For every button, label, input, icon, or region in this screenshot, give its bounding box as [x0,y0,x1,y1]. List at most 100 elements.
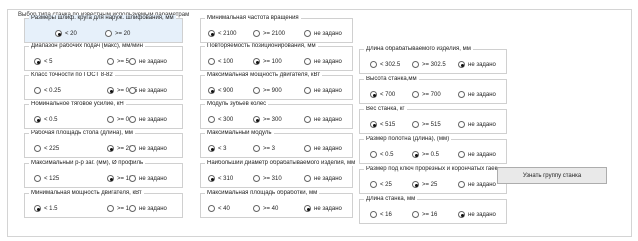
radio-option[interactable]: < 0.25 [34,87,61,94]
radio-option[interactable]: не задано [458,61,496,68]
radio-option[interactable]: >= 515 [412,121,441,128]
radio-option[interactable]: < 1.5 [34,205,58,212]
radio-option[interactable]: >= 700 [412,91,441,98]
radio-button-icon[interactable] [107,58,114,65]
radio-button-icon[interactable] [412,121,419,128]
radio-button-icon[interactable] [34,175,41,182]
radio-button-icon[interactable] [412,61,419,68]
radio-button-icon[interactable] [34,87,41,94]
radio-button-icon[interactable] [370,61,377,68]
radio-button-icon[interactable] [208,116,215,123]
radio-button-icon[interactable] [107,175,114,182]
radio-option[interactable]: не задано [458,151,496,158]
radio-option[interactable]: < 300 [208,116,233,123]
radio-option[interactable]: < 225 [34,145,59,152]
radio-option[interactable]: не задано [129,87,167,94]
radio-option[interactable]: < 20 [55,30,77,37]
radio-option[interactable]: < 515 [370,121,395,128]
radio-option[interactable]: >= 16 [412,211,437,218]
radio-button-icon[interactable] [253,116,260,123]
radio-option[interactable]: не задано [458,181,496,188]
radio-option[interactable]: >= 25 [412,181,437,188]
radio-option[interactable]: < 3 [208,145,227,152]
radio-option[interactable]: >= 900 [253,87,282,94]
radio-button-icon[interactable] [253,87,260,94]
radio-button-icon[interactable] [107,87,114,94]
radio-option[interactable]: >= 3 [253,145,275,152]
radio-button-icon[interactable] [370,91,377,98]
find-machine-group-button[interactable]: Узнать группу станка [497,167,607,184]
radio-button-icon[interactable] [129,175,136,182]
radio-button-icon[interactable] [253,58,260,65]
radio-button-icon[interactable] [370,151,377,158]
radio-option[interactable]: не задано [129,58,167,65]
radio-button-icon[interactable] [304,87,311,94]
radio-button-icon[interactable] [370,181,377,188]
radio-option[interactable]: < 302.5 [370,61,400,68]
radio-option[interactable]: не задано [304,58,342,65]
radio-option[interactable]: >= 302.5 [412,61,446,68]
radio-option[interactable]: < 0.5 [370,151,394,158]
radio-button-icon[interactable] [107,145,114,152]
radio-option[interactable]: не задано [304,87,342,94]
radio-button-icon[interactable] [129,58,136,65]
radio-button-icon[interactable] [412,181,419,188]
radio-button-icon[interactable] [34,116,41,123]
radio-option[interactable]: < 25 [370,181,392,188]
radio-option[interactable]: не задано [458,91,496,98]
radio-button-icon[interactable] [458,91,465,98]
radio-option[interactable]: >= 100 [253,58,282,65]
radio-button-icon[interactable] [412,91,419,98]
radio-button-icon[interactable] [208,87,215,94]
radio-option[interactable]: >= 2100 [253,30,285,37]
radio-option[interactable]: не задано [304,205,342,212]
radio-button-icon[interactable] [208,30,215,37]
radio-button-icon[interactable] [208,58,215,65]
radio-button-icon[interactable] [253,145,260,152]
radio-button-icon[interactable] [458,61,465,68]
radio-button-icon[interactable] [208,175,215,182]
radio-button-icon[interactable] [304,175,311,182]
radio-button-icon[interactable] [107,116,114,123]
radio-button-icon[interactable] [105,30,112,37]
radio-button-icon[interactable] [370,121,377,128]
radio-button-icon[interactable] [304,205,311,212]
radio-button-icon[interactable] [129,205,136,212]
radio-button-icon[interactable] [458,181,465,188]
radio-option[interactable]: не задано [129,116,167,123]
radio-option[interactable]: < 100 [208,58,233,65]
radio-option[interactable]: >= 300 [253,116,282,123]
radio-option[interactable]: >= 5 [107,58,129,65]
radio-button-icon[interactable] [304,58,311,65]
radio-button-icon[interactable] [208,145,215,152]
radio-button-icon[interactable] [253,175,260,182]
radio-button-icon[interactable] [34,205,41,212]
radio-option[interactable]: не задано [129,145,167,152]
radio-button-icon[interactable] [458,151,465,158]
radio-button-icon[interactable] [458,211,465,218]
radio-button-icon[interactable] [370,211,377,218]
radio-button-icon[interactable] [304,30,311,37]
radio-button-icon[interactable] [412,211,419,218]
radio-option[interactable]: не задано [304,145,342,152]
radio-option[interactable]: >= 310 [253,175,282,182]
radio-option[interactable]: >= 0.5 [412,151,439,158]
radio-option[interactable]: < 310 [208,175,233,182]
radio-option[interactable]: < 40 [208,205,230,212]
radio-button-icon[interactable] [129,87,136,94]
radio-button-icon[interactable] [304,145,311,152]
radio-button-icon[interactable] [458,121,465,128]
radio-button-icon[interactable] [55,30,62,37]
radio-button-icon[interactable] [34,145,41,152]
radio-option[interactable]: < 16 [370,211,392,218]
radio-button-icon[interactable] [107,205,114,212]
radio-option[interactable]: >= 40 [253,205,278,212]
radio-option[interactable]: не задано [304,116,342,123]
radio-option[interactable]: < 2100 [208,30,237,37]
radio-option[interactable]: < 700 [370,91,395,98]
radio-option[interactable]: не задано [458,121,496,128]
radio-button-icon[interactable] [253,30,260,37]
radio-button-icon[interactable] [304,116,311,123]
radio-option[interactable]: < 125 [34,175,59,182]
radio-button-icon[interactable] [412,151,419,158]
